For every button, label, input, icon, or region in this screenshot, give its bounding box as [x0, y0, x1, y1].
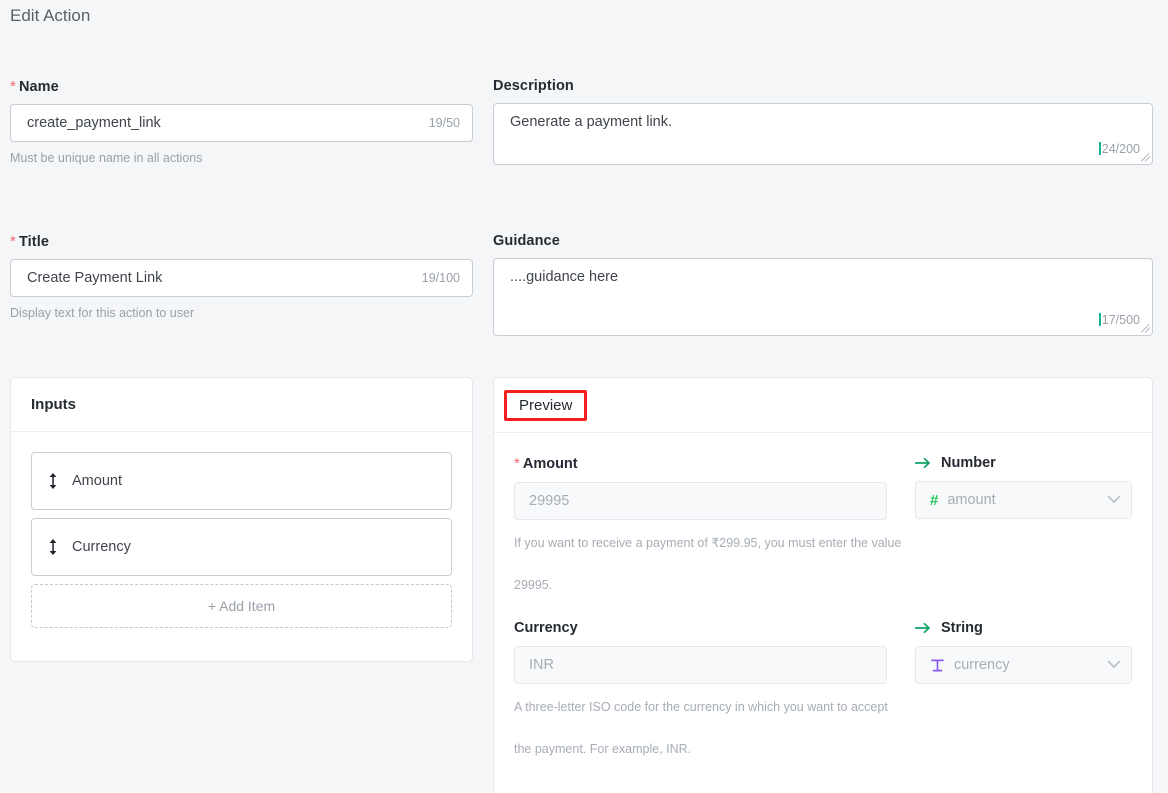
guidance-char-counter: 17/500 [1099, 313, 1140, 327]
preview-amount-type-label: Number [915, 455, 1132, 471]
drag-vertical-icon[interactable] [46, 538, 60, 556]
arrow-right-icon [915, 457, 932, 469]
preview-amount-binding-value: amount [947, 492, 995, 508]
preview-currency-label: Currency [514, 620, 887, 636]
inputs-panel-title: Inputs [11, 378, 472, 432]
text-caret-icon [1099, 142, 1101, 155]
tab-preview[interactable]: Preview [504, 390, 587, 421]
preview-amount-input[interactable]: 29995 [514, 482, 887, 520]
description-textarea[interactable]: Generate a payment link. 24/200 [493, 103, 1153, 165]
preview-amount-help-text: If you want to receive a payment of ₹299… [514, 522, 904, 606]
required-asterisk-icon: * [10, 233, 16, 250]
description-label: Description [493, 78, 1153, 94]
name-label: *Name [10, 78, 473, 95]
title-char-counter: 19/100 [422, 271, 460, 285]
preview-panel-header: Preview [494, 378, 1152, 433]
title-label: *Title [10, 233, 473, 250]
preview-currency-placeholder: INR [529, 657, 554, 673]
description-field-group: Description Generate a payment link. 24/… [493, 78, 1153, 165]
resize-grip-icon[interactable] [1141, 153, 1150, 162]
chevron-down-icon[interactable] [1107, 492, 1121, 508]
text-icon [930, 658, 945, 673]
edit-action-page: Edit Action *Name create_payment_link 19… [0, 0, 1168, 793]
list-item[interactable]: Currency [31, 518, 452, 576]
preview-field-currency: Currency INR St [514, 620, 1132, 770]
drag-vertical-icon[interactable] [46, 472, 60, 490]
preview-field-amount: * Amount 29995 [514, 455, 1132, 606]
preview-body: * Amount 29995 [494, 433, 1152, 793]
name-input-value: create_payment_link [11, 115, 161, 131]
title-helper-text: Display text for this action to user [10, 306, 473, 320]
required-asterisk-icon: * [10, 78, 16, 95]
preview-currency-binding-value: currency [954, 657, 1010, 673]
preview-currency-input[interactable]: INR [514, 646, 887, 684]
inputs-panel: Inputs Amount [10, 377, 473, 662]
text-caret-icon [1099, 313, 1101, 326]
list-item-label: Currency [72, 539, 131, 555]
description-char-counter: 24/200 [1099, 142, 1140, 156]
resize-grip-icon[interactable] [1141, 324, 1150, 333]
guidance-textarea-value: ....guidance here [494, 259, 1152, 285]
preview-currency-type-label: String [915, 620, 1132, 636]
add-item-button[interactable]: + Add Item [31, 584, 452, 628]
arrow-right-icon [915, 622, 932, 634]
description-textarea-value: Generate a payment link. [494, 104, 1152, 130]
title-input[interactable]: Create Payment Link 19/100 [10, 259, 473, 297]
inputs-list: Amount Currency + Add Item [11, 432, 472, 648]
name-char-counter: 19/50 [429, 116, 460, 130]
list-item[interactable]: Amount [31, 452, 452, 510]
preview-amount-label: * Amount [514, 455, 887, 472]
preview-currency-help-text: A three-letter ISO code for the currency… [514, 686, 904, 770]
name-helper-text: Must be unique name in all actions [10, 151, 473, 165]
title-input-value: Create Payment Link [11, 270, 162, 286]
page-title: Edit Action [10, 6, 90, 26]
guidance-label: Guidance [493, 233, 1153, 249]
title-field-group: *Title Create Payment Link 19/100 Displa… [10, 233, 473, 320]
number-icon: # [930, 492, 938, 509]
guidance-textarea[interactable]: ....guidance here 17/500 [493, 258, 1153, 336]
list-item-label: Amount [72, 473, 122, 489]
guidance-field-group: Guidance ....guidance here 17/500 [493, 233, 1153, 336]
preview-panel: Preview * Amount 29995 [493, 377, 1153, 793]
required-asterisk-icon: * [514, 455, 520, 472]
chevron-down-icon[interactable] [1107, 657, 1121, 673]
preview-amount-binding-select[interactable]: # amount [915, 481, 1132, 519]
name-input[interactable]: create_payment_link 19/50 [10, 104, 473, 142]
preview-currency-binding-select[interactable]: currency [915, 646, 1132, 684]
preview-amount-placeholder: 29995 [529, 493, 569, 509]
name-field-group: *Name create_payment_link 19/50 Must be … [10, 78, 473, 165]
